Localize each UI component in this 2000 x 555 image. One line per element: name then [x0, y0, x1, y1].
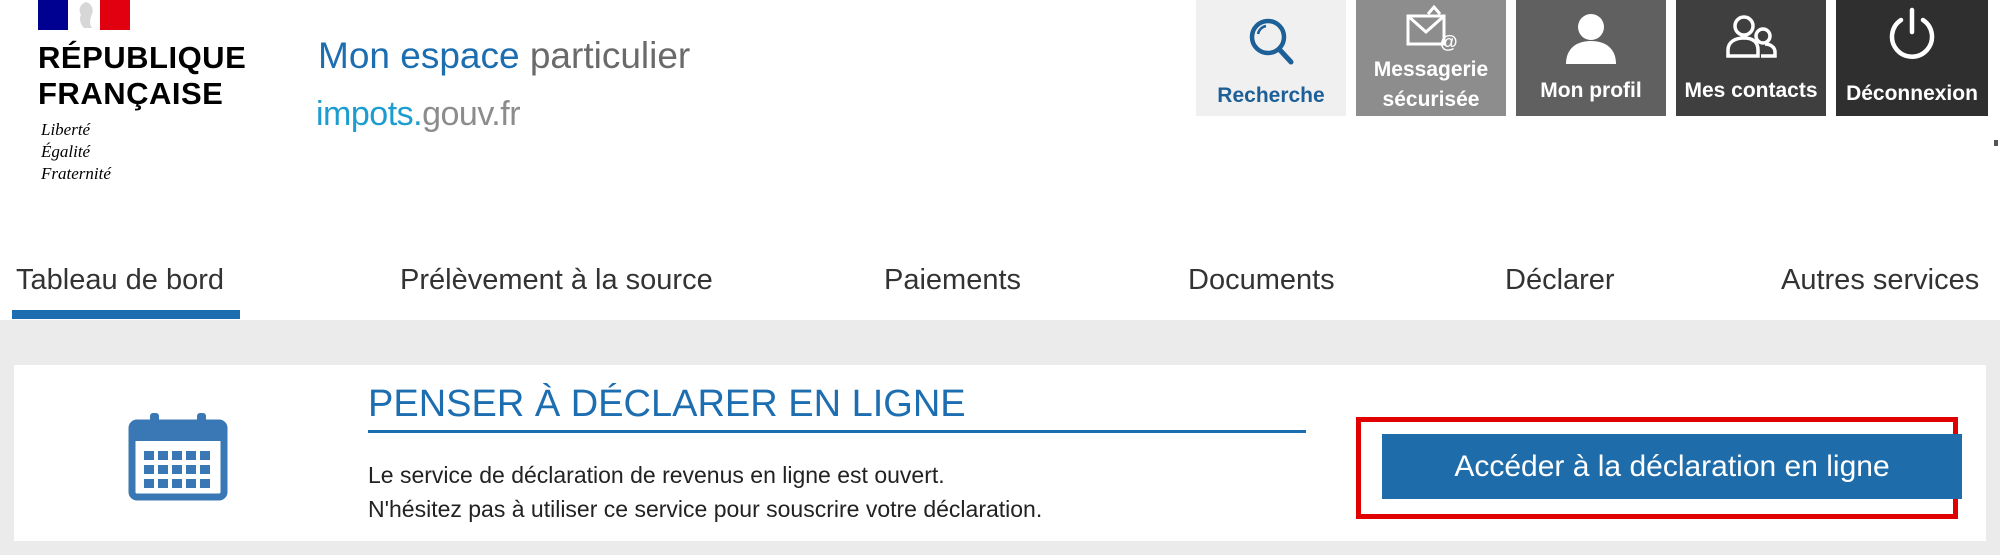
svg-text:@: @: [1440, 32, 1458, 52]
nav-item-paiements[interactable]: Paiements: [884, 250, 1021, 320]
contacts-button-label: Mes contacts: [1684, 79, 1818, 102]
declaration-notice-card: PENSER À DÉCLARER EN LIGNE Le service de…: [14, 365, 1986, 541]
notice-title: PENSER À DÉCLARER EN LIGNE: [368, 383, 966, 425]
nav-item-documents[interactable]: Documents: [1188, 250, 1335, 320]
secure-messaging-button[interactable]: @ Messagerie sécurisée: [1356, 0, 1506, 116]
site-title[interactable]: Mon espace particulier: [318, 34, 690, 78]
site-title-part2: particulier: [519, 35, 691, 76]
republique-francaise-logo[interactable]: RÉPUBLIQUE FRANÇAISE Liberté Égalité Fra…: [38, 0, 268, 200]
calendar-icon: [128, 413, 228, 501]
search-button-label: Recherche: [1217, 84, 1325, 107]
user-icon: [1566, 14, 1616, 64]
contacts-button[interactable]: Mes contacts: [1676, 0, 1826, 116]
search-icon: [1249, 18, 1294, 65]
nav-item-declarer[interactable]: Déclarer: [1505, 250, 1615, 320]
motto-liberte: Liberté: [41, 120, 91, 139]
search-button[interactable]: Recherche: [1196, 0, 1346, 116]
main-nav: Tableau de bord Prélèvement à la source …: [0, 250, 2000, 320]
contacts-icon: [1726, 15, 1777, 58]
logout-button-label: Déconnexion: [1846, 82, 1978, 105]
motto-fraternite: Fraternité: [41, 164, 111, 183]
secure-mail-icon: @: [1406, 4, 1458, 52]
site-header: RÉPUBLIQUE FRANÇAISE Liberté Égalité Fra…: [0, 0, 2000, 210]
republique-label: RÉPUBLIQUE: [38, 40, 247, 75]
motto-egalite: Égalité: [41, 142, 91, 161]
francaise-label: FRANÇAISE: [38, 76, 224, 111]
scroll-edge-marker: [1994, 140, 1998, 146]
secure-messaging-label-line2: sécurisée: [1382, 88, 1480, 111]
site-subtitle[interactable]: impots.gouv.fr: [316, 94, 521, 134]
marianne-flag-icon: [38, 0, 130, 30]
site-subtitle-part1: impots.: [316, 95, 423, 133]
notice-text-line2: N'hésitez pas à utiliser ce service pour…: [368, 496, 1043, 522]
main-content: PENSER À DÉCLARER EN LIGNE Le service de…: [0, 320, 2000, 555]
site-title-part1: Mon espace: [318, 35, 520, 76]
profile-button[interactable]: Mon profil: [1516, 0, 1666, 116]
notice-text-line1: Le service de déclaration de revenus en …: [368, 462, 945, 488]
profile-button-label: Mon profil: [1540, 79, 1642, 102]
nav-active-indicator: [12, 310, 240, 319]
site-subtitle-part2: gouv.fr: [422, 95, 521, 133]
nav-item-prelevement-a-la-source[interactable]: Prélèvement à la source: [400, 250, 713, 320]
access-online-declaration-button[interactable]: Accéder à la déclaration en ligne: [1382, 434, 1962, 499]
power-icon: [1889, 7, 1935, 59]
notice-title-underline: [368, 430, 1306, 433]
nav-item-autres-services[interactable]: Autres services: [1781, 250, 1979, 320]
logout-button[interactable]: Déconnexion: [1836, 0, 1988, 116]
secure-messaging-label-line1: Messagerie: [1373, 58, 1489, 81]
